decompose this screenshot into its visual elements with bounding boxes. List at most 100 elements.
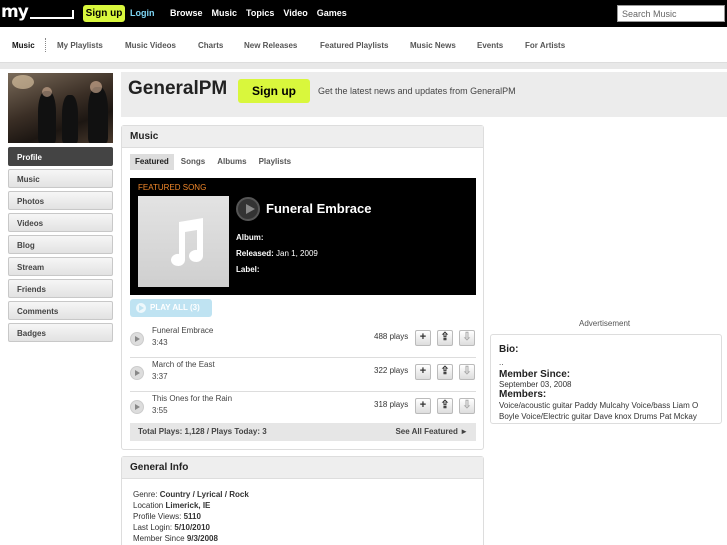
location-row: Location Limerick, IE xyxy=(133,501,210,510)
top-bar: my Sign up Login Browse Music Topics Vid… xyxy=(0,0,727,27)
top-nav-games[interactable]: Games xyxy=(317,8,347,18)
song-duration: 3:55 xyxy=(152,406,168,415)
subnav-new-releases[interactable]: New Releases xyxy=(244,41,297,50)
song-play-button[interactable] xyxy=(130,332,144,346)
subnav-music[interactable]: Music xyxy=(12,41,35,50)
photo-figure xyxy=(62,95,78,143)
member-since-value: 9/3/2008 xyxy=(186,534,218,543)
member-since-title: Member Since: xyxy=(499,369,571,380)
see-all-featured-link[interactable]: See All Featured ► xyxy=(395,427,468,436)
photo-face xyxy=(42,87,52,97)
album-label: Album: xyxy=(236,233,264,242)
sidebar-item-music[interactable]: Music xyxy=(8,169,113,188)
last-login-row: Last Login: 5/10/2010 xyxy=(133,523,210,532)
top-nav-topics[interactable]: Topics xyxy=(246,8,274,18)
top-nav-music[interactable]: Music xyxy=(212,8,238,18)
share-icon[interactable]: ⇪ xyxy=(437,364,453,380)
last-login-label: Last Login: xyxy=(133,523,173,532)
profile-nav: Profile Music Photos Videos Blog Stream … xyxy=(8,147,113,345)
featured-label-row: Label: xyxy=(236,265,260,274)
play-all-label: PLAY ALL (3) xyxy=(150,303,200,312)
song-play-button[interactable] xyxy=(130,400,144,414)
song-play-button[interactable] xyxy=(130,366,144,380)
subnav-music-videos[interactable]: Music Videos xyxy=(125,41,176,50)
subnav-charts[interactable]: Charts xyxy=(198,41,223,50)
general-info-title: General Info xyxy=(122,457,483,479)
song-duration: 3:43 xyxy=(152,338,168,347)
logo-tick xyxy=(72,10,74,19)
subnav-divider xyxy=(45,38,46,52)
tab-featured[interactable]: Featured xyxy=(130,154,174,170)
members-title: Members: xyxy=(499,389,547,400)
tab-songs[interactable]: Songs xyxy=(176,154,210,170)
photo-face xyxy=(90,81,102,93)
play-all-button[interactable]: PLAY ALL (3) xyxy=(130,299,212,317)
subnav-events[interactable]: Events xyxy=(477,41,503,50)
featured-play-button[interactable] xyxy=(236,197,260,221)
member-since-date: September 03, 2008 xyxy=(499,380,572,389)
site-logo[interactable]: my xyxy=(1,2,29,22)
download-icon[interactable]: ⇩ xyxy=(459,364,475,380)
download-icon[interactable]: ⇩ xyxy=(459,330,475,346)
tab-albums[interactable]: Albums xyxy=(212,154,251,170)
featured-song-box: FEATURED SONG Funeral Embrace Album: Rel… xyxy=(130,178,476,295)
sidebar-item-videos[interactable]: Videos xyxy=(8,213,113,232)
subnav-shadow xyxy=(0,63,727,69)
album-art[interactable] xyxy=(138,196,229,287)
released-value: Jan 1, 2009 xyxy=(276,249,318,258)
sidebar-item-comments[interactable]: Comments xyxy=(8,301,113,320)
featured-song-label: FEATURED SONG xyxy=(138,183,207,192)
header-signup-button[interactable]: Sign up xyxy=(238,79,310,103)
subnav-my-playlists[interactable]: My Playlists xyxy=(57,41,103,50)
login-link[interactable]: Login xyxy=(130,8,155,18)
subnav-featured-playlists[interactable]: Featured Playlists xyxy=(320,41,388,50)
share-icon[interactable]: ⇪ xyxy=(437,398,453,414)
song-duration: 3:37 xyxy=(152,372,168,381)
play-totals-bar: Total Plays: 1,128 / Plays Today: 3 See … xyxy=(130,423,476,441)
share-icon[interactable]: ⇪ xyxy=(437,330,453,346)
sidebar-item-friends[interactable]: Friends xyxy=(8,279,113,298)
general-info-panel: General Info Genre: Country / Lyrical / … xyxy=(121,456,484,545)
song-title[interactable]: This Ones for the Rain xyxy=(152,394,232,403)
last-login-value: 5/10/2010 xyxy=(174,523,210,532)
add-icon[interactable]: + xyxy=(415,330,431,346)
genre-label: Genre: xyxy=(133,490,158,499)
bio-text: .. xyxy=(499,358,504,367)
tab-playlists[interactable]: Playlists xyxy=(254,154,296,170)
sidebar-item-profile[interactable]: Profile xyxy=(8,147,113,166)
bio-title: Bio: xyxy=(499,344,519,355)
song-title[interactable]: Funeral Embrace xyxy=(152,326,213,335)
photo-figure xyxy=(88,87,108,143)
add-icon[interactable]: + xyxy=(415,364,431,380)
page-title: GeneralPM xyxy=(128,78,228,99)
released-label: Released: xyxy=(236,249,274,258)
search-input[interactable]: Search Music xyxy=(617,5,725,22)
profile-views-row: Profile Views: 5110 xyxy=(133,512,201,521)
top-nav-video[interactable]: Video xyxy=(283,8,307,18)
download-icon[interactable]: ⇩ xyxy=(459,398,475,414)
advertisement-label: Advertisement xyxy=(579,319,631,328)
sidebar-item-stream[interactable]: Stream xyxy=(8,257,113,276)
featured-song-title[interactable]: Funeral Embrace xyxy=(266,201,372,216)
genre-row: Genre: Country / Lyrical / Rock xyxy=(133,490,249,499)
location-label: Location xyxy=(133,501,164,510)
music-note-icon xyxy=(171,218,203,266)
profile-photo[interactable] xyxy=(8,73,113,143)
song-title[interactable]: March of the East xyxy=(152,360,215,369)
top-signup-button[interactable]: Sign up xyxy=(83,5,125,22)
profile-views-label: Profile Views: xyxy=(133,512,182,521)
subnav-music-news[interactable]: Music News xyxy=(410,41,456,50)
song-plays: 318 plays xyxy=(374,400,409,409)
top-nav-browse[interactable]: Browse xyxy=(170,8,203,18)
subnav-for-artists[interactable]: For Artists xyxy=(525,41,565,50)
member-since-label: Member Since xyxy=(133,534,185,543)
sidebar-item-badges[interactable]: Badges xyxy=(8,323,113,342)
location-value: Limerick, IE xyxy=(165,501,211,510)
song-plays: 488 plays xyxy=(374,332,409,341)
music-subnav: Music My Playlists Music Videos Charts N… xyxy=(0,27,727,63)
sidebar-item-photos[interactable]: Photos xyxy=(8,191,113,210)
music-panel-title: Music xyxy=(122,126,483,148)
sidebar-item-blog[interactable]: Blog xyxy=(8,235,113,254)
add-icon[interactable]: + xyxy=(415,398,431,414)
photo-lamp xyxy=(12,75,34,89)
